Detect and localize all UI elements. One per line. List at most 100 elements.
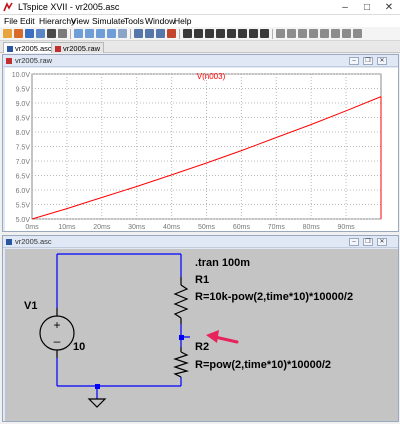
- v1-name[interactable]: V1: [24, 300, 37, 312]
- zoom-in-icon[interactable]: [85, 29, 94, 38]
- schematic-restore-button[interactable]: ❐: [363, 238, 373, 246]
- waveform-window-title: vr2005.raw: [15, 56, 53, 65]
- zoom-out-icon[interactable]: [96, 29, 105, 38]
- trace-label[interactable]: V(n003): [197, 72, 226, 81]
- y-tick-label: 5.5V: [16, 203, 31, 210]
- schematic-minimize-button[interactable]: –: [349, 238, 359, 246]
- component-icon[interactable]: [260, 29, 269, 38]
- autorange-icon[interactable]: [118, 29, 127, 38]
- capacitor-icon[interactable]: [227, 29, 236, 38]
- zoom-fit-icon[interactable]: [107, 29, 116, 38]
- node-n003[interactable]: [179, 335, 184, 340]
- window-title: LTspice XVII - vr2005.asc: [18, 2, 120, 12]
- settings-icon[interactable]: [36, 29, 45, 38]
- cascade-icon[interactable]: [156, 29, 165, 38]
- x-tick-label: 60ms: [233, 224, 251, 231]
- x-tick-label: 50ms: [198, 224, 216, 231]
- voltage-source-v1[interactable]: + –: [39, 308, 75, 358]
- tab-label: vr2005.asc: [15, 44, 52, 53]
- schematic-window: vr2005.asc – ❐ ✕ + – .tran 100m R1 R=10k…: [2, 235, 399, 422]
- spice-directive[interactable]: .tran 100m: [195, 257, 250, 269]
- x-tick-label: 40ms: [163, 224, 181, 231]
- document-tabs: vr2005.asc vr2005.raw: [0, 41, 400, 53]
- maximize-button[interactable]: □: [356, 0, 378, 15]
- r1-value[interactable]: R=10k-pow(2,time*10)*10000/2: [195, 291, 353, 303]
- minimize-button[interactable]: –: [334, 0, 356, 15]
- resistor-r2[interactable]: [173, 347, 190, 378]
- waveform-close-button[interactable]: ✕: [377, 57, 387, 65]
- undo-icon[interactable]: [298, 29, 307, 38]
- x-tick-label: 30ms: [128, 224, 146, 231]
- ground-symbol[interactable]: [87, 398, 107, 408]
- r2-name[interactable]: R2: [195, 341, 209, 353]
- node-ground[interactable]: [95, 384, 100, 389]
- waveform-icon: [6, 58, 12, 64]
- v1-value[interactable]: 10: [73, 341, 85, 353]
- highlight-arrow: [206, 330, 239, 344]
- menu-window[interactable]: Window: [145, 16, 175, 26]
- menu-simulate[interactable]: Simulate: [92, 16, 125, 26]
- diode-icon[interactable]: [249, 29, 258, 38]
- ground-icon[interactable]: [194, 29, 203, 38]
- toolbar-separator: [130, 29, 131, 39]
- y-tick-label: 5.0V: [16, 217, 31, 224]
- menu-edit[interactable]: Edit: [20, 16, 35, 26]
- plot-area[interactable]: 10.0V 9.5V 9.0V 8.5V 8.0V 7.5V 7.0V 6.5V 6.0V 5.5…: [5, 68, 398, 231]
- pan-icon[interactable]: [74, 29, 83, 38]
- r2-value[interactable]: R=pow(2,time*10)*10000/2: [195, 359, 331, 371]
- tile-horizontal-icon[interactable]: [134, 29, 143, 38]
- toolbar: [0, 27, 400, 41]
- save-icon[interactable]: [25, 29, 34, 38]
- rotate-icon[interactable]: [320, 29, 329, 38]
- inductor-icon[interactable]: [238, 29, 247, 38]
- x-tick-label: 20ms: [93, 224, 111, 231]
- schematic-close-button[interactable]: ✕: [377, 238, 387, 246]
- toolbar-separator: [272, 29, 273, 39]
- x-tick-label: 0ms: [25, 224, 39, 231]
- waveform-plot[interactable]: 10.0V 9.5V 9.0V 8.5V 8.0V 7.5V 7.0V 6.5V 6.0V 5.5…: [5, 68, 398, 231]
- tab-waveform[interactable]: vr2005.raw: [51, 42, 105, 53]
- schematic-icon: [6, 239, 12, 245]
- waveform-minimize-button[interactable]: –: [349, 57, 359, 65]
- r1-name[interactable]: R1: [195, 274, 209, 286]
- drag-icon[interactable]: [287, 29, 296, 38]
- menu-file[interactable]: File: [4, 16, 18, 26]
- menu-hierarchy[interactable]: Hierarchy: [39, 16, 75, 26]
- label-icon[interactable]: [205, 29, 214, 38]
- y-tick-label: 8.0V: [16, 130, 31, 137]
- tile-vertical-icon[interactable]: [145, 29, 154, 38]
- schematic-window-title: vr2005.asc: [15, 237, 52, 246]
- schematic-canvas[interactable]: + – .tran 100m R1 R=10k-pow(2,time*10)*1…: [5, 249, 398, 421]
- y-tick-label: 7.0V: [16, 159, 31, 166]
- x-tick-label: 90ms: [338, 224, 356, 231]
- tab-label: vr2005.raw: [63, 44, 101, 53]
- new-schematic-icon[interactable]: [14, 29, 23, 38]
- menu-bar: File Edit Hierarchy View Simulate Tools …: [0, 15, 400, 27]
- waveform-icon: [55, 46, 61, 52]
- waveform-window-title-bar: vr2005.raw – ❐ ✕: [3, 55, 398, 67]
- schematic-icon: [7, 46, 13, 52]
- y-tick-label: 8.5V: [16, 116, 31, 123]
- title-bar: LTspice XVII - vr2005.asc – □ ✕: [0, 0, 400, 15]
- menu-tools[interactable]: Tools: [124, 16, 144, 26]
- y-tick-label: 10.0V: [12, 72, 31, 79]
- move-icon[interactable]: [276, 29, 285, 38]
- tab-schematic[interactable]: vr2005.asc: [3, 42, 56, 53]
- spice-directive-icon[interactable]: [353, 29, 362, 38]
- svg-text:–: –: [54, 334, 61, 348]
- menu-help[interactable]: Help: [174, 16, 191, 26]
- x-tick-label: 70ms: [268, 224, 286, 231]
- open-icon[interactable]: [3, 29, 12, 38]
- redo-icon[interactable]: [309, 29, 318, 38]
- menu-view[interactable]: View: [71, 16, 89, 26]
- mirror-icon[interactable]: [331, 29, 340, 38]
- run-icon[interactable]: [47, 29, 56, 38]
- close-button[interactable]: ✕: [378, 0, 400, 15]
- resistor-r1[interactable]: [173, 277, 189, 324]
- halt-icon[interactable]: [58, 29, 67, 38]
- text-icon[interactable]: [342, 29, 351, 38]
- resistor-icon[interactable]: [216, 29, 225, 38]
- wire-icon[interactable]: [183, 29, 192, 38]
- waveform-restore-button[interactable]: ❐: [363, 57, 373, 65]
- close-all-icon[interactable]: [167, 29, 176, 38]
